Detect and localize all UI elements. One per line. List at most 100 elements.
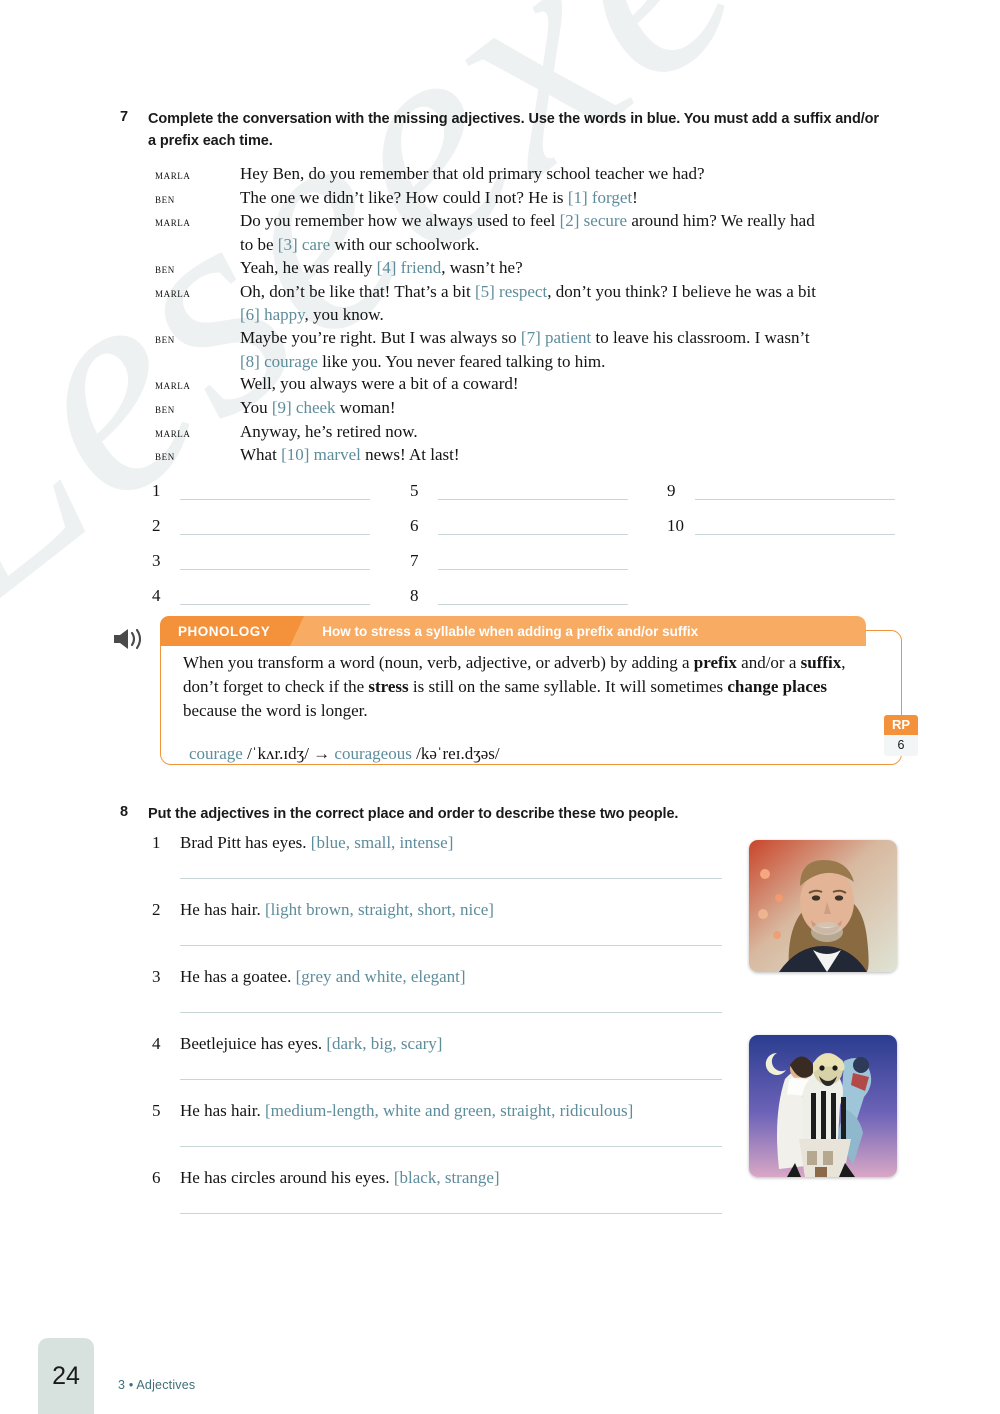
answer-slot[interactable]: 5 (410, 465, 628, 500)
exercise-8-item: 5 He has hair. [medium-length, white and … (152, 1100, 722, 1167)
answer-slot[interactable]: 6 (410, 500, 628, 535)
item-write-line[interactable] (180, 1146, 722, 1147)
item-write-line[interactable] (180, 1213, 722, 1214)
answer-write-line[interactable] (180, 569, 370, 570)
item-prompt-row: 3 He has a goatee. [grey and white, elega… (152, 966, 722, 989)
answer-slot[interactable]: 4 (152, 570, 370, 605)
phonology-keyword: change places (727, 677, 828, 696)
dialogue-plain-text: to leave his classroom. I wasn’t (591, 327, 810, 347)
item-adjective-hint: [medium-length, white and green, straigh… (264, 1101, 634, 1120)
answer-slot[interactable]: 10 (667, 500, 895, 535)
exercise-8-item: 4 Beetlejuice has eyes. [dark, big, scary… (152, 1033, 722, 1100)
dialogue-cue-word: [3] care (277, 235, 331, 255)
item-number: 3 (152, 967, 161, 986)
answer-slot[interactable]: 8 (410, 570, 628, 605)
exercise-7-instruction: Complete the conversation with the missi… (148, 111, 879, 150)
dialogue-cue-word: [6] happy (240, 305, 305, 325)
exercise-8-item: 3 He has a goatee. [grey and white, elega… (152, 966, 722, 1033)
phonology-body: When you transform a word (noun, verb, a… (161, 631, 901, 735)
item-sentence-text: Beetlejuice has eyes. (180, 1034, 327, 1053)
answer-write-line[interactable] (180, 604, 370, 605)
item-number: 4 (152, 1034, 161, 1053)
item-write-line[interactable] (180, 878, 722, 879)
dialogue-plain-text: Anyway, he’s retired now. (240, 421, 418, 441)
dialogue-speaker: Marla (155, 284, 191, 300)
exercise-7-number: 7 (120, 109, 129, 125)
answer-write-line[interactable] (438, 534, 628, 535)
dialogue-cue-word: [10] marvel (281, 445, 361, 465)
item-write-line[interactable] (180, 945, 722, 946)
phonology-box: When you transform a word (noun, verb, a… (160, 630, 918, 765)
beetlejuice-photo (749, 1035, 897, 1177)
dialogue-line: Marla Anyway, he’s retired now. (155, 421, 910, 444)
item-write-line[interactable] (180, 1079, 722, 1080)
answer-write-line[interactable] (180, 499, 370, 500)
item-sentence-text: He has a goatee. (180, 967, 296, 986)
dialogue-line: Marla Do you remember how we always used … (155, 210, 910, 233)
answer-write-line[interactable] (695, 499, 895, 500)
answer-column: 5 6 7 8 (410, 465, 628, 605)
rp-badge-number: 6 (884, 735, 918, 756)
dialogue-speaker: Marla (155, 167, 191, 182)
dialogue-plain-text: What (240, 445, 282, 465)
answer-number: 1 (152, 481, 161, 500)
dialogue-plain-text: to be (240, 235, 278, 255)
item-adjective-hint: [black, strange] (393, 1168, 500, 1187)
dialogue-plain-text: , wasn’t he? (441, 257, 523, 277)
dialogue-line: to be [3] care with our schoolwork. (155, 234, 910, 256)
answer-slot[interactable]: 1 (152, 465, 370, 500)
answer-slot[interactable]: 3 (152, 535, 370, 570)
phonology-banner: PHONOLOGY How to stress a syllable when … (160, 616, 866, 646)
answer-write-line[interactable] (695, 534, 895, 535)
exercise-8-heading: 8 Put the adjectives in the correct plac… (120, 803, 820, 825)
item-adjective-hint: [light brown, straight, short, nice] (264, 900, 494, 919)
dialogue-text: Anyway, he’s retired now. (240, 421, 910, 443)
dialogue-text: Oh, don’t be like that! That’s a bit [5]… (240, 281, 910, 303)
phonology-text: and/or a (736, 653, 801, 672)
answer-slot[interactable]: 2 (152, 500, 370, 535)
item-sentence: Beetlejuice has eyes. [dark, big, scary] (180, 1033, 442, 1056)
example-ipa-1: /ˈkʌr.ɪdʒ/ (247, 744, 309, 763)
item-write-line[interactable] (180, 1012, 722, 1013)
dialogue-plain-text: , you know. (304, 305, 384, 325)
dialogue-line: [8] courage like you. You never feared t… (155, 351, 910, 373)
answer-number: 3 (152, 551, 161, 570)
phonology-keyword: prefix (693, 653, 737, 672)
answer-column: 1 2 3 4 (152, 465, 370, 605)
answer-write-line[interactable] (438, 499, 628, 500)
dialogue-plain-text: You (240, 398, 272, 418)
dialogue-speaker: Marla (155, 377, 191, 393)
answer-write-line[interactable] (180, 534, 370, 535)
dialogue-text: to be [3] care with our schoolwork. (240, 234, 910, 256)
answer-number: 7 (410, 551, 419, 570)
answer-write-line[interactable] (438, 604, 628, 605)
dialogue-text: Do you remember how we always used to fe… (240, 210, 910, 232)
dialogue-speaker: Marla (155, 214, 191, 230)
rp-badge-label: RP (884, 715, 918, 735)
dialogue-line: Ben The one we didn’t like? How could I n… (155, 187, 910, 210)
item-sentence-text: He has circles around his eyes. (180, 1168, 394, 1187)
dialogue-cue-word: [9] cheek (271, 398, 336, 418)
dialogue-speaker: Ben (155, 260, 175, 276)
rp-badge: RP 6 (884, 715, 918, 756)
dialogue-line: Marla Oh, don’t be like that! That’s a bi… (155, 281, 910, 304)
item-sentence-text: He has hair. (180, 900, 265, 919)
item-sentence: He has hair. [light brown, straight, sho… (180, 899, 494, 922)
exercise-8-items: 1 Brad Pitt has eyes. [blue, small, inten… (152, 832, 722, 1234)
answer-slot[interactable]: 9 (667, 465, 895, 500)
item-adjective-hint: [grey and white, elegant] (295, 967, 466, 986)
item-number: 2 (152, 900, 161, 919)
item-sentence: Brad Pitt has eyes. [blue, small, intens… (180, 832, 453, 855)
answer-number: 4 (152, 586, 161, 605)
dialogue-text: Hey Ben, do you remember that old primar… (240, 163, 910, 185)
answer-write-line[interactable] (438, 569, 628, 570)
item-number: 1 (152, 833, 161, 852)
speaker-icon[interactable] (112, 626, 146, 652)
item-sentence: He has hair. [medium-length, white and g… (180, 1100, 633, 1123)
dialogue-cue-word: [4] friend (376, 257, 442, 277)
item-adjective-hint: [blue, small, intense] (310, 833, 454, 852)
answer-slot[interactable]: 7 (410, 535, 628, 570)
dialogue-speaker: Ben (155, 401, 175, 417)
dialogue-plain-text: , don’t you think? I believe he was a bi… (547, 281, 816, 301)
brad-pitt-photo (749, 840, 897, 972)
